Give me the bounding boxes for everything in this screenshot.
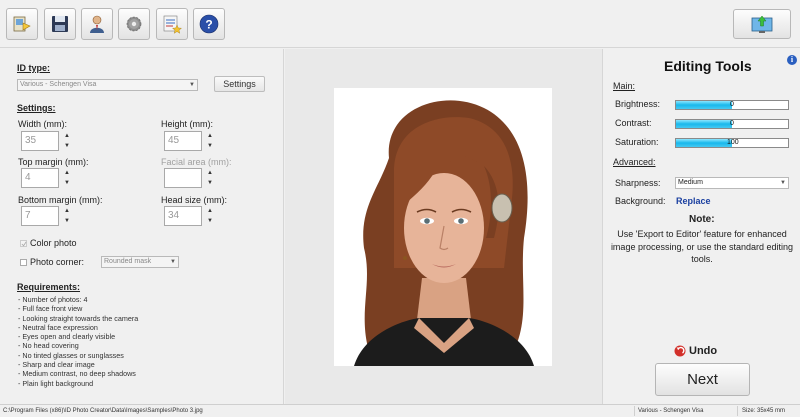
save-button[interactable] xyxy=(44,8,76,40)
status-divider xyxy=(737,406,738,416)
open-image-icon xyxy=(13,16,31,32)
passport-photo[interactable] xyxy=(334,88,552,366)
list-item: - No tinted glasses or sunglasses xyxy=(18,350,124,360)
main-section-label: Main: xyxy=(613,81,636,91)
editing-tools-title: Editing Tools xyxy=(664,58,752,74)
contrast-label: Contrast: xyxy=(615,118,652,128)
head-size-field[interactable]: 34 xyxy=(164,206,202,226)
help-button[interactable]: ? xyxy=(193,8,225,40)
status-file-path: C:\Program Files (x86)\ID Photo Creator\… xyxy=(3,408,203,414)
next-button[interactable]: Next xyxy=(655,363,750,396)
export-to-editor-button[interactable] xyxy=(733,9,791,39)
user-icon xyxy=(90,15,104,33)
bottom-margin-label: Bottom margin (mm): xyxy=(18,195,103,205)
gear-icon xyxy=(126,16,142,32)
id-type-label: ID type: xyxy=(17,63,51,73)
sharpness-select[interactable]: Medium ▼ xyxy=(675,177,789,189)
export-monitor-icon xyxy=(751,15,773,33)
svg-text:?: ? xyxy=(205,18,212,32)
color-photo-label: Color photo xyxy=(30,238,77,248)
photo-corner-label: Photo corner: xyxy=(30,257,85,267)
photo-corner-value: Rounded mask xyxy=(104,258,152,265)
list-item: - Eyes open and clearly visible xyxy=(18,332,116,342)
brightness-fill xyxy=(676,101,732,109)
status-id-type: Various - Schengen Visa xyxy=(638,408,704,414)
chevron-down-icon: ▼ xyxy=(170,259,176,265)
list-item: - Number of photos: 4 xyxy=(18,295,88,304)
sharpness-label: Sharpness: xyxy=(615,178,661,188)
brightness-label: Brightness: xyxy=(615,99,661,109)
favorites-icon xyxy=(163,15,183,34)
list-item: - Plain light background xyxy=(18,378,94,388)
bottom-margin-spinner[interactable]: ▲ ▼ xyxy=(62,206,72,226)
brightness-value: 0 xyxy=(730,101,734,108)
background-label: Background: xyxy=(615,196,666,206)
settings-button[interactable] xyxy=(118,8,150,40)
list-item: - No head covering xyxy=(18,341,79,351)
head-size-spinner[interactable]: ▲ ▼ xyxy=(205,206,215,226)
list-item: - Medium contrast, no deep shadows xyxy=(18,369,136,379)
saturation-label: Saturation: xyxy=(615,137,659,147)
facial-area-label: Facial area (mm): xyxy=(161,157,232,167)
saturation-slider[interactable]: 100 xyxy=(675,138,789,148)
color-photo-checkbox[interactable] xyxy=(20,240,27,247)
facial-area-field[interactable] xyxy=(164,168,202,188)
width-spinner[interactable]: ▲ ▼ xyxy=(62,131,72,151)
sharpness-value: Medium xyxy=(678,179,703,186)
user-button[interactable] xyxy=(81,8,113,40)
info-icon[interactable]: i xyxy=(787,55,797,65)
facial-area-spinner[interactable]: ▲ ▼ xyxy=(205,168,215,188)
chevron-down-icon: ▼ xyxy=(189,82,195,88)
toolbar: ? xyxy=(0,0,800,48)
requirements-list: - Number of photos: 4 - Full face front … xyxy=(18,295,138,388)
head-size-label: Head size (mm): xyxy=(161,195,228,205)
chevron-down-icon: ▼ xyxy=(780,180,786,186)
list-item: - Neutral face expression xyxy=(18,322,98,332)
photo-corner-select[interactable]: Rounded mask ▼ xyxy=(101,256,179,268)
requirements-label: Requirements: xyxy=(17,282,81,292)
save-icon xyxy=(52,16,68,32)
settings-button-small[interactable]: Settings xyxy=(214,76,265,92)
status-size: Size: 35x45 mm xyxy=(742,408,786,414)
id-type-value: Various - Schengen Visa xyxy=(20,81,97,88)
bottom-margin-field[interactable]: 7 xyxy=(21,206,59,226)
height-label: Height (mm): xyxy=(161,119,214,129)
list-item: - Full face front view xyxy=(18,304,83,314)
width-field[interactable]: 35 xyxy=(21,131,59,151)
list-item: - Sharp and clear image xyxy=(18,360,95,370)
contrast-fill xyxy=(676,120,732,128)
status-bar: C:\Program Files (x86)\ID Photo Creator\… xyxy=(0,404,800,417)
top-margin-field[interactable]: 4 xyxy=(21,168,59,188)
width-label: Width (mm): xyxy=(18,119,67,129)
saturation-value: 100 xyxy=(727,139,739,146)
height-spinner[interactable]: ▲ ▼ xyxy=(205,131,215,151)
contrast-slider[interactable]: 0 xyxy=(675,119,789,129)
brightness-slider[interactable]: 0 xyxy=(675,100,789,110)
top-margin-label: Top margin (mm): xyxy=(18,157,89,167)
id-type-select[interactable]: Various - Schengen Visa ▼ xyxy=(17,79,198,91)
contrast-value: 0 xyxy=(730,120,734,127)
list-item: - Looking straight towards the camera xyxy=(18,313,139,323)
favorites-button[interactable] xyxy=(156,8,188,40)
undo-icon xyxy=(674,345,686,357)
photo-corner-checkbox[interactable] xyxy=(20,259,27,266)
settings-section-label: Settings: xyxy=(17,103,56,113)
top-margin-spinner[interactable]: ▲ ▼ xyxy=(62,168,72,188)
help-icon: ? xyxy=(199,14,219,34)
advanced-section-label: Advanced: xyxy=(613,157,656,167)
open-image-button[interactable] xyxy=(6,8,38,40)
portrait-image xyxy=(334,88,552,366)
undo-label: Undo xyxy=(689,345,718,357)
status-divider xyxy=(634,406,635,416)
saturation-fill xyxy=(676,139,732,147)
note-title: Note: xyxy=(689,214,715,225)
height-field[interactable]: 45 xyxy=(164,131,202,151)
replace-background-link[interactable]: Replace xyxy=(676,196,711,206)
undo-button[interactable]: Undo xyxy=(674,345,717,357)
note-text: Use 'Export to Editor' feature for enhan… xyxy=(610,229,794,264)
